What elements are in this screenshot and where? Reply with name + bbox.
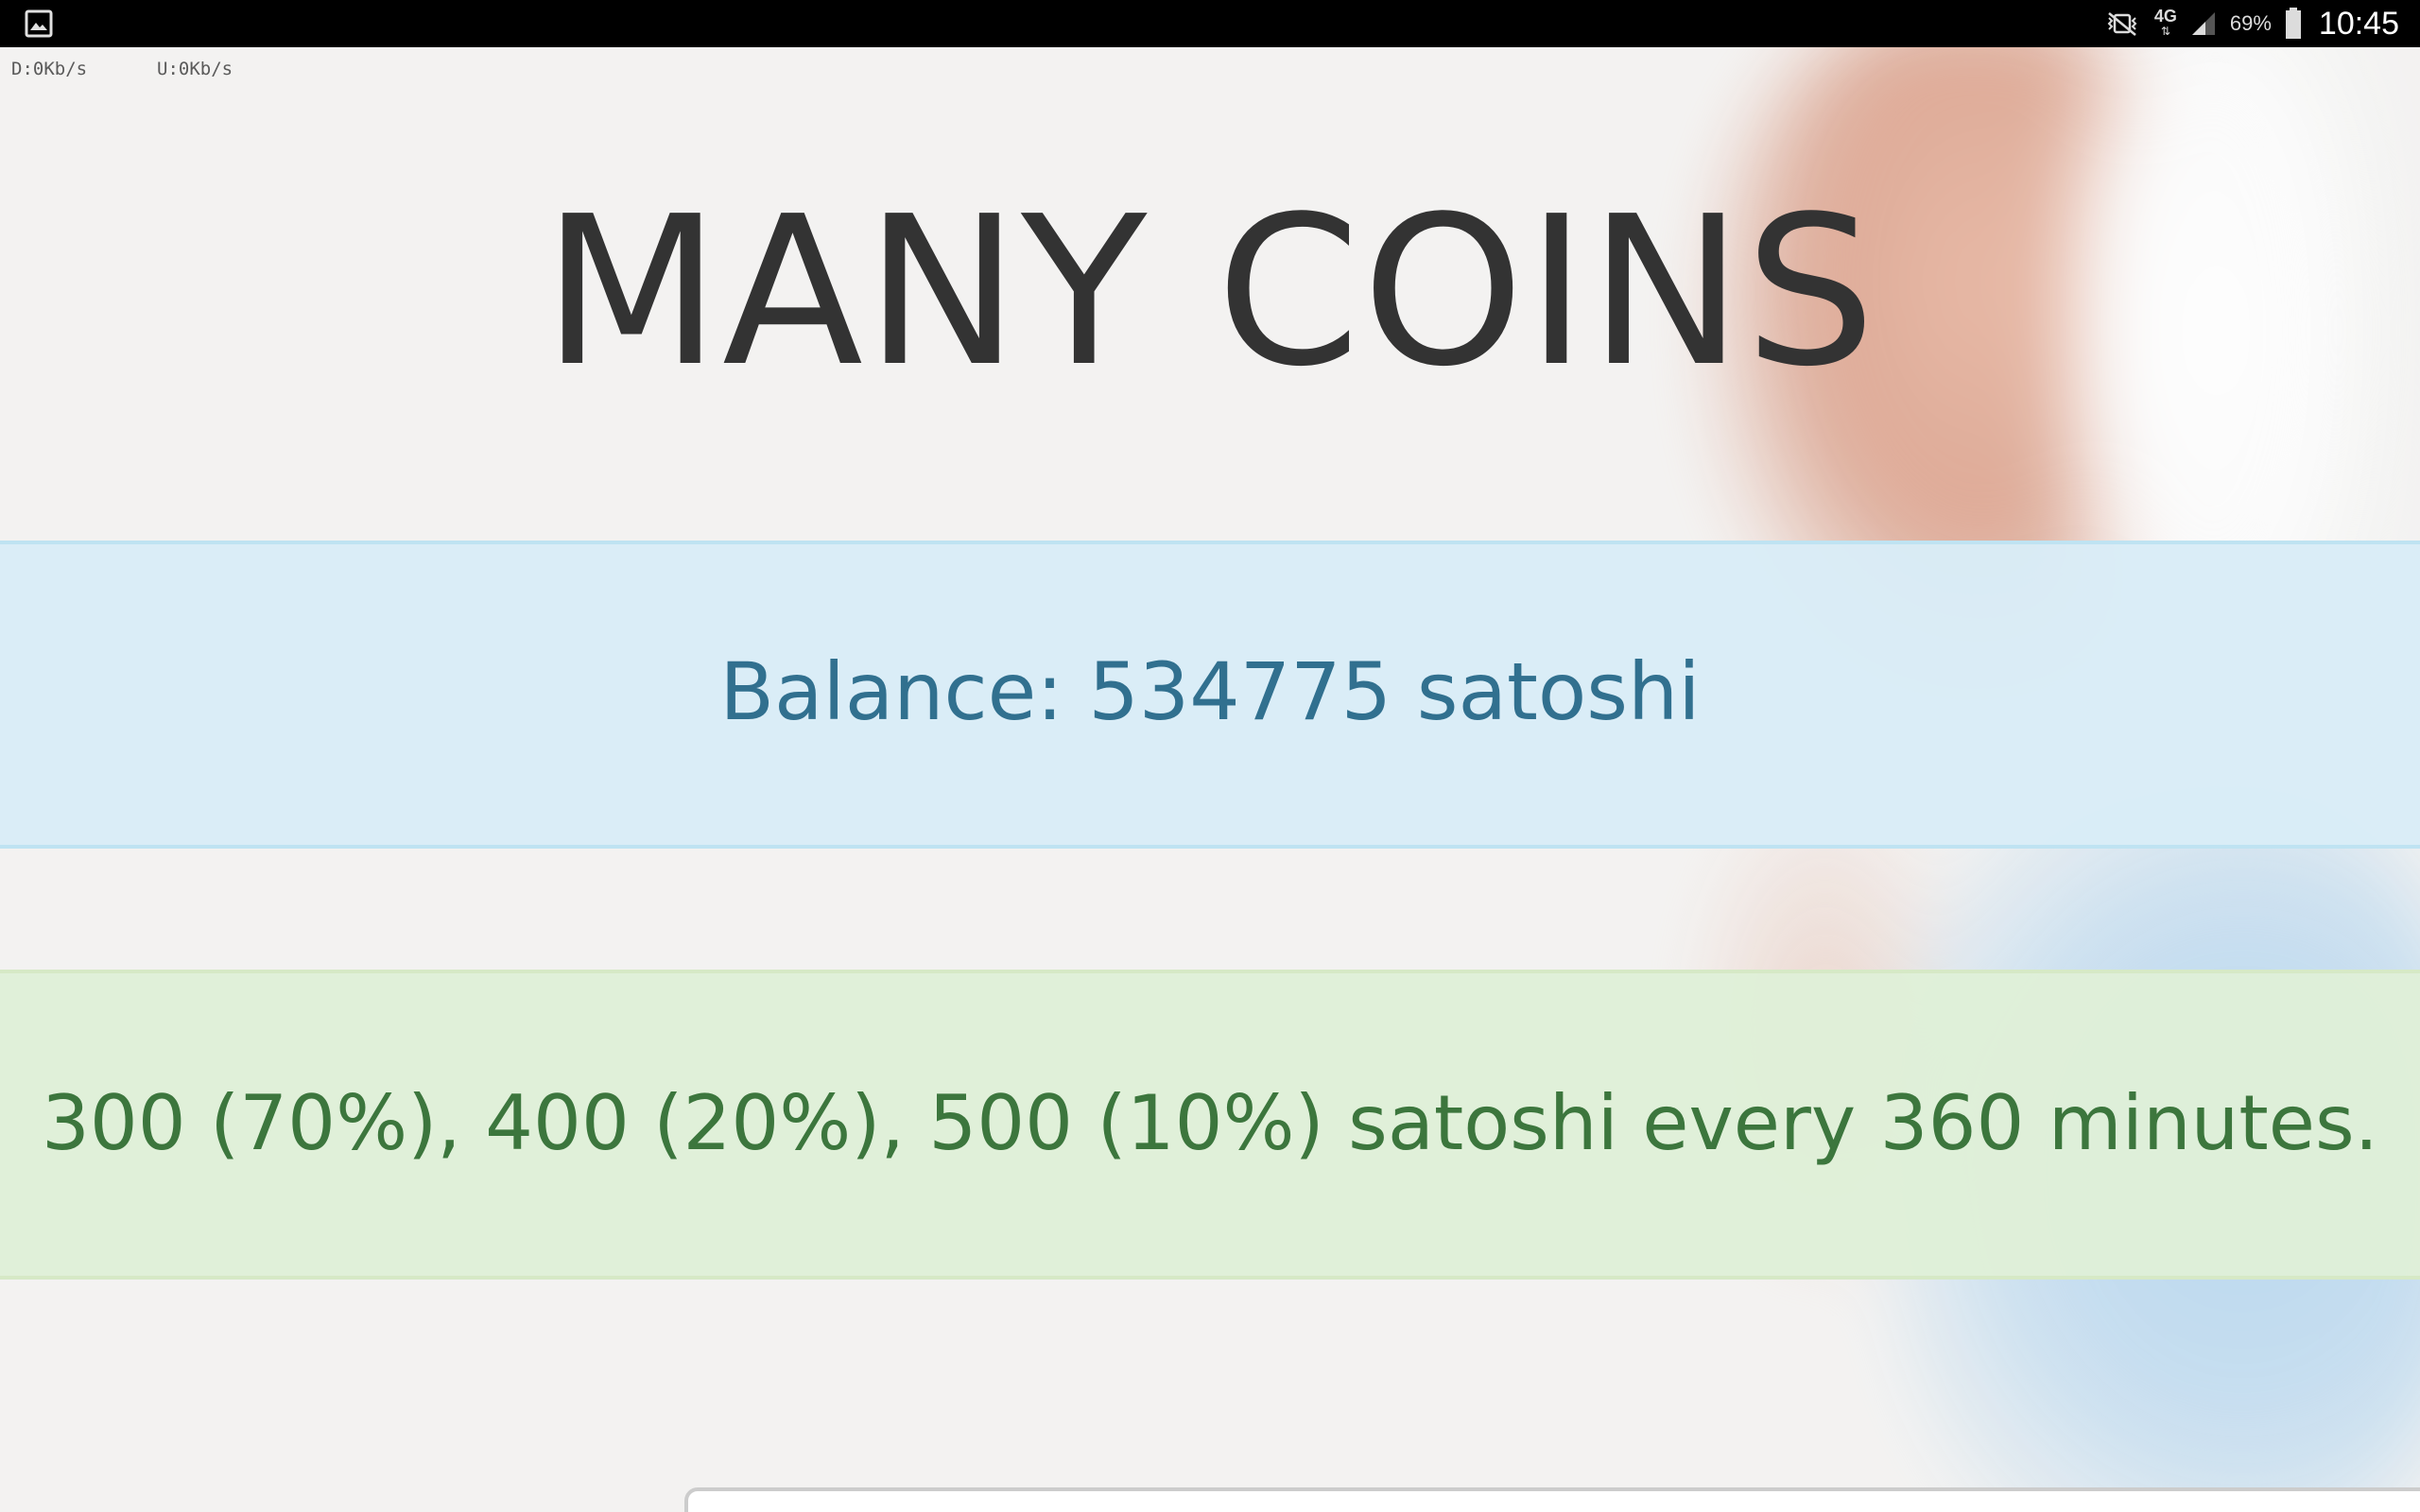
4g-data-icon: 4G ⇅	[2153, 7, 2177, 38]
battery-percent: 69%	[2229, 11, 2272, 35]
reward-info-text: 300 (70%), 400 (20%), 500 (10%) satoshi …	[41, 1078, 2379, 1167]
status-bar: 4G ⇅ 69% 10:45	[0, 0, 2420, 47]
reward-info-panel: 300 (70%), 400 (20%), 500 (10%) satoshi …	[0, 970, 2420, 1280]
mute-vibrate-icon	[2107, 12, 2137, 36]
bottom-input-box[interactable]	[684, 1487, 2420, 1512]
status-icons: 4G ⇅ 69% 10:45	[2103, 0, 2399, 47]
gallery-icon[interactable]	[25, 9, 53, 38]
signal-icon	[2191, 12, 2215, 35]
page-title: MANY COINS	[542, 173, 1878, 412]
balance-text: Balance: 534775 satoshi	[719, 645, 1701, 738]
upload-speed: U:0Kb/s	[157, 59, 233, 79]
download-speed: D:0Kb/s	[11, 59, 88, 79]
battery-icon	[2285, 8, 2301, 39]
balance-panel: Balance: 534775 satoshi	[0, 541, 2420, 849]
app-screen: 4G ⇅ 69% 10:45 D:0Kb/s U:0Kb/s MANY COIN…	[0, 0, 2420, 1512]
status-time: 10:45	[2318, 5, 2399, 42]
